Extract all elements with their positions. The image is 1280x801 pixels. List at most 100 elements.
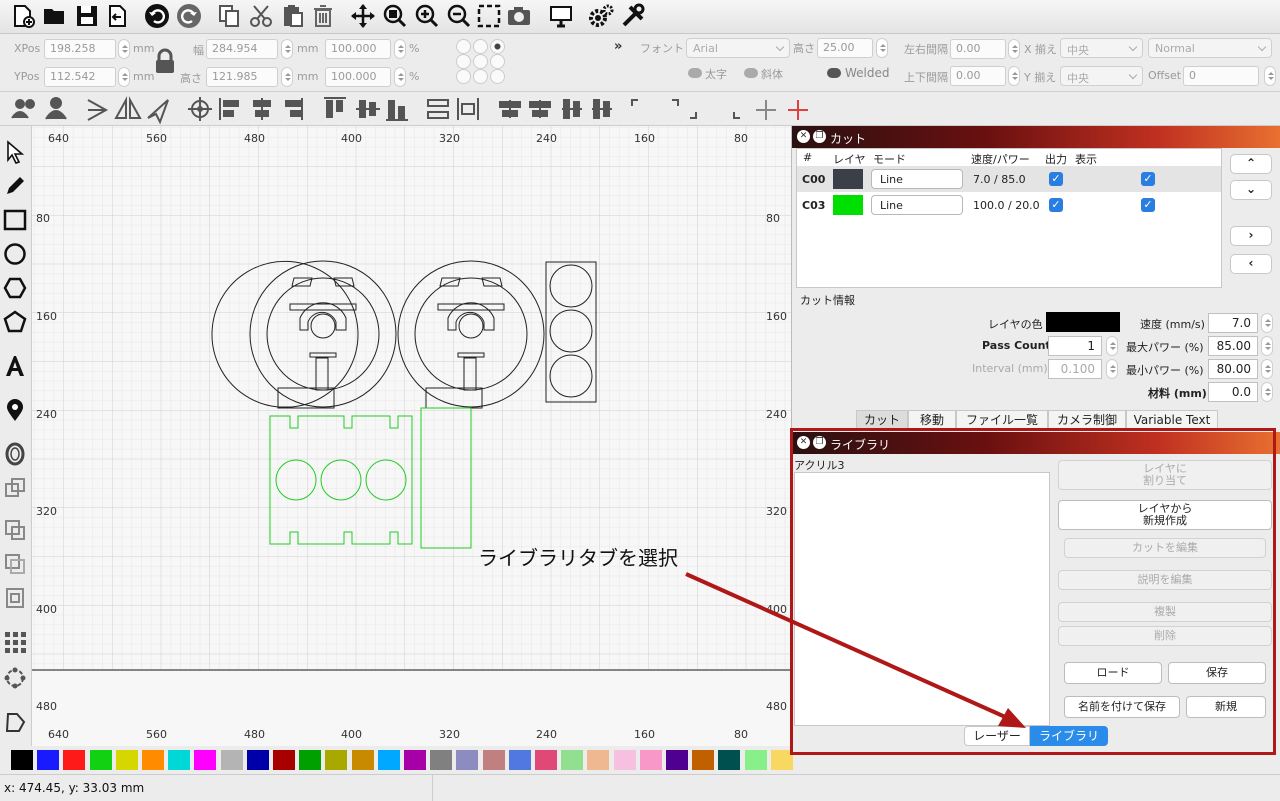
- palette-swatch[interactable]: [639, 750, 662, 770]
- material-spinner[interactable]: [1261, 382, 1273, 402]
- rectangle-icon[interactable]: [3, 208, 27, 232]
- position-marker-icon[interactable]: [3, 398, 27, 422]
- cut-icon[interactable]: [248, 3, 274, 29]
- ellipse-icon[interactable]: [3, 242, 27, 266]
- ypos-spinner[interactable]: [118, 67, 130, 87]
- ypos-field[interactable]: 112.542: [44, 67, 116, 87]
- anchor-mid-left[interactable]: [456, 54, 471, 69]
- weld-icon[interactable]: [3, 586, 27, 610]
- move-icon[interactable]: [350, 3, 376, 29]
- palette-swatch[interactable]: [377, 750, 400, 770]
- camera-icon[interactable]: [506, 3, 532, 29]
- palette-swatch[interactable]: [456, 750, 479, 770]
- palette-swatch[interactable]: [11, 750, 33, 770]
- tab-camera-control[interactable]: カメラ制御: [1048, 410, 1126, 430]
- anchor-top-center[interactable]: [473, 39, 488, 54]
- palette-swatch[interactable]: [89, 750, 112, 770]
- anchor-mid-right[interactable]: [490, 54, 505, 69]
- min-power-field[interactable]: 80.00: [1208, 359, 1258, 379]
- layer-color-swatch[interactable]: [833, 169, 863, 189]
- anchor-bottom-right[interactable]: [490, 69, 505, 84]
- undo-icon[interactable]: [144, 3, 170, 29]
- float-icon[interactable]: ❐: [813, 130, 826, 143]
- height-spinner[interactable]: [281, 67, 293, 87]
- zoom-fit-icon[interactable]: [382, 3, 408, 29]
- hspace-spinner[interactable]: [1008, 39, 1020, 59]
- layer-mode-dropdown[interactable]: Line: [871, 195, 963, 215]
- anchor-top-right[interactable]: [490, 39, 505, 54]
- xalign-dropdown[interactable]: 中央: [1060, 38, 1143, 58]
- output-checkbox[interactable]: ✓: [1049, 198, 1063, 212]
- width-field[interactable]: 284.954: [206, 39, 278, 59]
- anchor-center[interactable]: [473, 54, 488, 69]
- polygon-icon[interactable]: [3, 276, 27, 300]
- delete-icon[interactable]: [310, 3, 336, 29]
- hspace-field[interactable]: 0.00: [950, 39, 1006, 59]
- palette-swatch[interactable]: [37, 750, 60, 770]
- palette-swatch[interactable]: [273, 750, 295, 770]
- palette-swatch[interactable]: [587, 750, 610, 770]
- table-row[interactable]: C03 Line 100.0 / 20.0 ✓ ✓: [797, 192, 1221, 218]
- palette-swatch[interactable]: [613, 750, 636, 770]
- layer-color-button[interactable]: [1046, 312, 1120, 332]
- palette-swatch[interactable]: [246, 750, 269, 770]
- yalign-dropdown[interactable]: 中央: [1060, 66, 1143, 86]
- palette-swatch[interactable]: [482, 750, 505, 770]
- width-spinner[interactable]: [281, 39, 293, 59]
- pass-count-spinner[interactable]: [1106, 336, 1118, 356]
- palette-swatch[interactable]: [325, 750, 348, 770]
- text-icon[interactable]: [3, 354, 27, 378]
- palette-swatch[interactable]: [299, 750, 322, 770]
- tab-move[interactable]: 移動: [908, 410, 956, 430]
- palette-swatch[interactable]: [535, 750, 557, 770]
- speed-field[interactable]: 7.0: [1208, 313, 1258, 333]
- palette-swatch[interactable]: [168, 750, 191, 770]
- mode-dropdown[interactable]: Normal: [1148, 38, 1272, 58]
- offset-spinner[interactable]: [1264, 66, 1276, 86]
- zoom-in-icon[interactable]: [414, 3, 440, 29]
- min-power-spinner[interactable]: [1261, 359, 1273, 379]
- close-icon[interactable]: ✕: [797, 130, 810, 143]
- next-button[interactable]: ›: [1230, 226, 1272, 246]
- lock-icon[interactable]: [153, 48, 177, 76]
- open-folder-icon[interactable]: [42, 3, 68, 29]
- new-file-icon[interactable]: [10, 3, 36, 29]
- pass-count-field[interactable]: 1: [1048, 336, 1102, 356]
- output-checkbox[interactable]: ✓: [1049, 172, 1063, 186]
- move-down-button[interactable]: ⌄: [1230, 180, 1272, 200]
- max-power-field[interactable]: 85.00: [1208, 336, 1258, 356]
- move-up-button[interactable]: ⌃: [1230, 154, 1272, 174]
- height-field[interactable]: 121.985: [206, 67, 278, 87]
- show-checkbox[interactable]: ✓: [1141, 198, 1155, 212]
- monitor-icon[interactable]: [548, 3, 574, 29]
- max-power-spinner[interactable]: [1261, 336, 1273, 356]
- scale-y-field[interactable]: 100.000: [325, 67, 391, 87]
- tab-variable-text[interactable]: Variable Text: [1126, 410, 1218, 430]
- copy-icon[interactable]: [216, 3, 242, 29]
- palette-swatch[interactable]: [220, 750, 243, 770]
- export-icon[interactable]: [104, 3, 130, 29]
- redo-icon[interactable]: [176, 3, 202, 29]
- zoom-out-icon[interactable]: [446, 3, 472, 29]
- show-checkbox[interactable]: ✓: [1141, 172, 1155, 186]
- boolean-intersect-icon[interactable]: [3, 552, 27, 576]
- boolean-union-icon[interactable]: [3, 476, 27, 500]
- speed-spinner[interactable]: [1261, 313, 1273, 333]
- font-dropdown[interactable]: Arial: [686, 38, 790, 58]
- grid-array-icon[interactable]: [3, 630, 27, 654]
- palette-swatch[interactable]: [692, 750, 715, 770]
- offset-shape-icon[interactable]: [3, 442, 27, 466]
- font-height-spinner[interactable]: [876, 38, 888, 58]
- anchor-bottom-left[interactable]: [456, 69, 471, 84]
- scale-x-field[interactable]: 100.000: [325, 39, 391, 59]
- interval-spinner[interactable]: [1106, 359, 1118, 379]
- node-edit-icon[interactable]: [3, 710, 27, 734]
- layer-mode-dropdown[interactable]: Line: [871, 169, 963, 189]
- palette-swatch[interactable]: [561, 750, 584, 770]
- vspace-spinner[interactable]: [1008, 66, 1020, 86]
- palette-swatch[interactable]: [744, 750, 767, 770]
- palette-swatch[interactable]: [351, 750, 374, 770]
- bold-toggle[interactable]: [688, 68, 702, 78]
- palette-swatch[interactable]: [666, 750, 688, 770]
- font-height-field[interactable]: 25.00: [817, 38, 873, 58]
